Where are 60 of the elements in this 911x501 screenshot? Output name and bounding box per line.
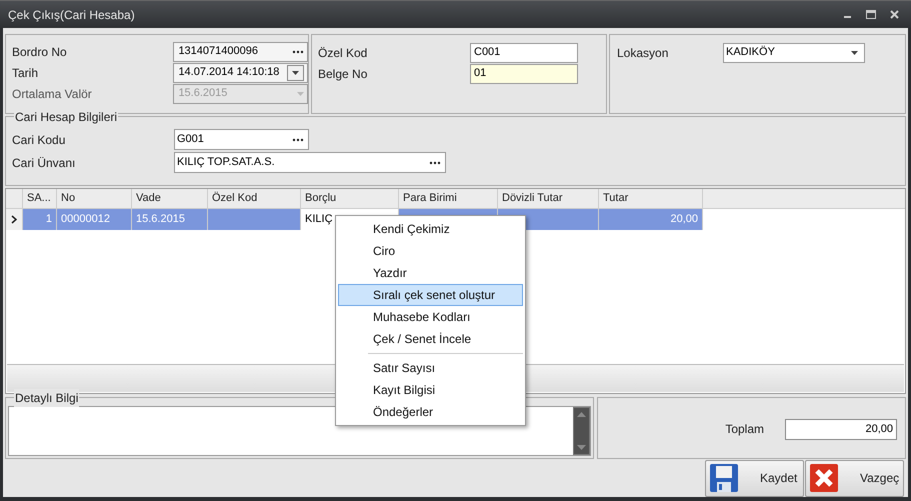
menu-item[interactable]: Çek / Senet İncele (338, 328, 523, 350)
ellipsis-icon (292, 138, 304, 142)
group-title: Detaylı Bilgi (14, 389, 80, 407)
column-header[interactable]: Özel Kod (208, 189, 301, 208)
row-pointer-icon (11, 215, 17, 224)
menu-item[interactable]: Satır Sayısı (368, 357, 523, 379)
dropdown-button[interactable] (287, 64, 304, 80)
field-label: Bordro No (12, 44, 68, 60)
column-header[interactable]: Para Birimi (399, 189, 498, 208)
ellipsis-icon (429, 160, 441, 164)
field-label: Cari Kodu (12, 132, 66, 148)
table-cell: 15.6.2015 (132, 209, 208, 230)
column-header[interactable]: No (57, 189, 132, 208)
field-value: G001 (177, 132, 204, 148)
field-value: 20,00 (865, 422, 893, 437)
field-value: C001 (474, 45, 500, 60)
field-value: 1314071400096 (178, 44, 258, 60)
input-field[interactable]: C001 (470, 42, 578, 62)
input-field[interactable]: 1314071400096 (173, 42, 308, 62)
table-cell: 00000012 (57, 209, 132, 230)
column-header[interactable]: SA... (23, 189, 57, 208)
menu-item[interactable]: Sıralı çek senet oluştur (338, 284, 523, 306)
menu-item[interactable]: Yazdır (338, 262, 523, 284)
table-cell: 1 (23, 209, 57, 230)
field-label: Lokasyon (617, 44, 670, 62)
caret-icon (292, 70, 299, 74)
field-label: Ortalama Valör (12, 86, 93, 102)
input-field[interactable]: KILIÇ TOP.SAT.A.S. (174, 152, 446, 173)
field-label: Cari Ünvanı (12, 154, 76, 172)
menu-item[interactable]: Kayıt Bilgisi (368, 379, 523, 401)
field-value: 15.6.2015 (178, 86, 228, 102)
cancel-button[interactable]: Vazgeç (805, 460, 904, 496)
input-field[interactable]: 01 (470, 64, 578, 84)
field-value: 14.07.2014 14:10:18 (178, 65, 280, 80)
column-header[interactable]: Tutar (599, 189, 703, 208)
field-label: Belge No (318, 66, 368, 82)
menu-item[interactable]: Ciro (338, 240, 523, 262)
field-value: KILIÇ TOP.SAT.A.S. (177, 155, 275, 170)
ellipsis-icon (292, 50, 304, 54)
location-dropdown[interactable]: KADIKÖY (723, 42, 865, 62)
column-header[interactable]: Dövizli Tutar (498, 189, 599, 208)
save-button[interactable]: Kaydet (705, 460, 804, 496)
field-value: KADIKÖY (726, 44, 775, 60)
menu-item[interactable]: Öndeğerler (368, 401, 523, 423)
total-label: Toplam (725, 421, 764, 438)
window-title: Çek Çıkış(Cari Hesaba) (8, 6, 135, 24)
caret-icon (297, 92, 304, 96)
cross-icon (810, 464, 838, 492)
column-header[interactable]: Borçlu (301, 189, 399, 208)
table-cell: 20,00 (599, 209, 703, 230)
input-field[interactable]: 14.07.2014 14:10:18 (173, 62, 308, 82)
close-icon[interactable] (890, 10, 899, 19)
maximize-icon[interactable] (866, 10, 876, 19)
field-label: Tarih (12, 64, 40, 82)
caret-icon (851, 50, 858, 54)
menu-item[interactable]: Muhasebe Kodları (338, 306, 523, 328)
input-field[interactable]: G001 (174, 129, 309, 150)
field-label: Özel Kod (318, 44, 368, 62)
column-header[interactable]: Vade (132, 189, 208, 208)
field-value: 01 (474, 66, 486, 82)
